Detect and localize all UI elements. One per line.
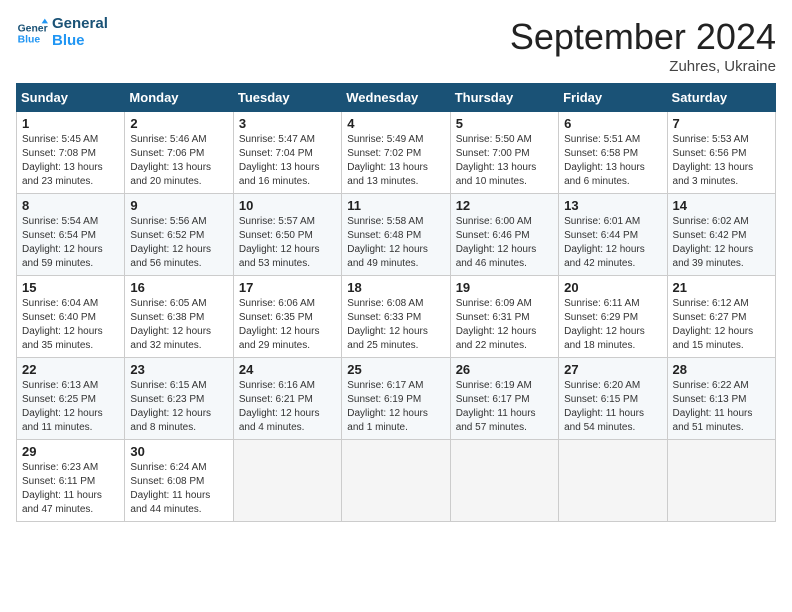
header-thursday: Thursday xyxy=(450,84,558,112)
table-row: 25 Sunrise: 6:17 AM Sunset: 6:19 PM Dayl… xyxy=(342,358,450,440)
svg-text:General: General xyxy=(18,23,48,34)
weekday-header-row: Sunday Monday Tuesday Wednesday Thursday… xyxy=(17,84,776,112)
table-row: 12 Sunrise: 6:00 AM Sunset: 6:46 PM Dayl… xyxy=(450,194,558,276)
header-friday: Friday xyxy=(559,84,667,112)
table-row xyxy=(667,440,775,522)
month-title: September 2024 xyxy=(510,16,776,58)
title-area: September 2024 Zuhres, Ukraine xyxy=(510,16,776,75)
table-row: 13 Sunrise: 6:01 AM Sunset: 6:44 PM Dayl… xyxy=(559,194,667,276)
table-row: 16 Sunrise: 6:05 AM Sunset: 6:38 PM Dayl… xyxy=(125,276,233,358)
header-wednesday: Wednesday xyxy=(342,84,450,112)
table-row: 8 Sunrise: 5:54 AM Sunset: 6:54 PM Dayli… xyxy=(17,194,125,276)
table-row: 30 Sunrise: 6:24 AM Sunset: 6:08 PM Dayl… xyxy=(125,440,233,522)
table-row: 22 Sunrise: 6:13 AM Sunset: 6:25 PM Dayl… xyxy=(17,358,125,440)
table-row: 23 Sunrise: 6:15 AM Sunset: 6:23 PM Dayl… xyxy=(125,358,233,440)
header-sunday: Sunday xyxy=(17,84,125,112)
table-row: 7 Sunrise: 5:53 AM Sunset: 6:56 PM Dayli… xyxy=(667,112,775,194)
table-row xyxy=(559,440,667,522)
table-row: 17 Sunrise: 6:06 AM Sunset: 6:35 PM Dayl… xyxy=(233,276,341,358)
logo: General Blue General Blue xyxy=(16,16,108,49)
logo-icon: General Blue xyxy=(16,17,48,49)
table-row: 27 Sunrise: 6:20 AM Sunset: 6:15 PM Dayl… xyxy=(559,358,667,440)
table-row xyxy=(342,440,450,522)
table-row: 6 Sunrise: 5:51 AM Sunset: 6:58 PM Dayli… xyxy=(559,112,667,194)
table-row xyxy=(233,440,341,522)
page-header: General Blue General Blue September 2024… xyxy=(16,16,776,75)
table-row: 14 Sunrise: 6:02 AM Sunset: 6:42 PM Dayl… xyxy=(667,194,775,276)
table-row: 20 Sunrise: 6:11 AM Sunset: 6:29 PM Dayl… xyxy=(559,276,667,358)
header-tuesday: Tuesday xyxy=(233,84,341,112)
table-row: 28 Sunrise: 6:22 AM Sunset: 6:13 PM Dayl… xyxy=(667,358,775,440)
table-row: 4 Sunrise: 5:49 AM Sunset: 7:02 PM Dayli… xyxy=(342,112,450,194)
svg-text:Blue: Blue xyxy=(18,34,41,45)
location: Zuhres, Ukraine xyxy=(510,58,776,75)
table-row: 11 Sunrise: 5:58 AM Sunset: 6:48 PM Dayl… xyxy=(342,194,450,276)
table-row: 1 Sunrise: 5:45 AM Sunset: 7:08 PM Dayli… xyxy=(17,112,125,194)
table-row: 24 Sunrise: 6:16 AM Sunset: 6:21 PM Dayl… xyxy=(233,358,341,440)
table-row: 5 Sunrise: 5:50 AM Sunset: 7:00 PM Dayli… xyxy=(450,112,558,194)
table-row: 2 Sunrise: 5:46 AM Sunset: 7:06 PM Dayli… xyxy=(125,112,233,194)
logo-blue: Blue xyxy=(52,33,108,50)
table-row: 29 Sunrise: 6:23 AM Sunset: 6:11 PM Dayl… xyxy=(17,440,125,522)
header-monday: Monday xyxy=(125,84,233,112)
calendar-body: 1 Sunrise: 5:45 AM Sunset: 7:08 PM Dayli… xyxy=(17,112,776,522)
table-row: 15 Sunrise: 6:04 AM Sunset: 6:40 PM Dayl… xyxy=(17,276,125,358)
table-row: 21 Sunrise: 6:12 AM Sunset: 6:27 PM Dayl… xyxy=(667,276,775,358)
table-row xyxy=(450,440,558,522)
table-row: 3 Sunrise: 5:47 AM Sunset: 7:04 PM Dayli… xyxy=(233,112,341,194)
calendar-table: Sunday Monday Tuesday Wednesday Thursday… xyxy=(16,83,776,522)
logo-general: General xyxy=(52,16,108,33)
header-saturday: Saturday xyxy=(667,84,775,112)
table-row: 26 Sunrise: 6:19 AM Sunset: 6:17 PM Dayl… xyxy=(450,358,558,440)
table-row: 9 Sunrise: 5:56 AM Sunset: 6:52 PM Dayli… xyxy=(125,194,233,276)
table-row: 10 Sunrise: 5:57 AM Sunset: 6:50 PM Dayl… xyxy=(233,194,341,276)
table-row: 19 Sunrise: 6:09 AM Sunset: 6:31 PM Dayl… xyxy=(450,276,558,358)
table-row: 18 Sunrise: 6:08 AM Sunset: 6:33 PM Dayl… xyxy=(342,276,450,358)
